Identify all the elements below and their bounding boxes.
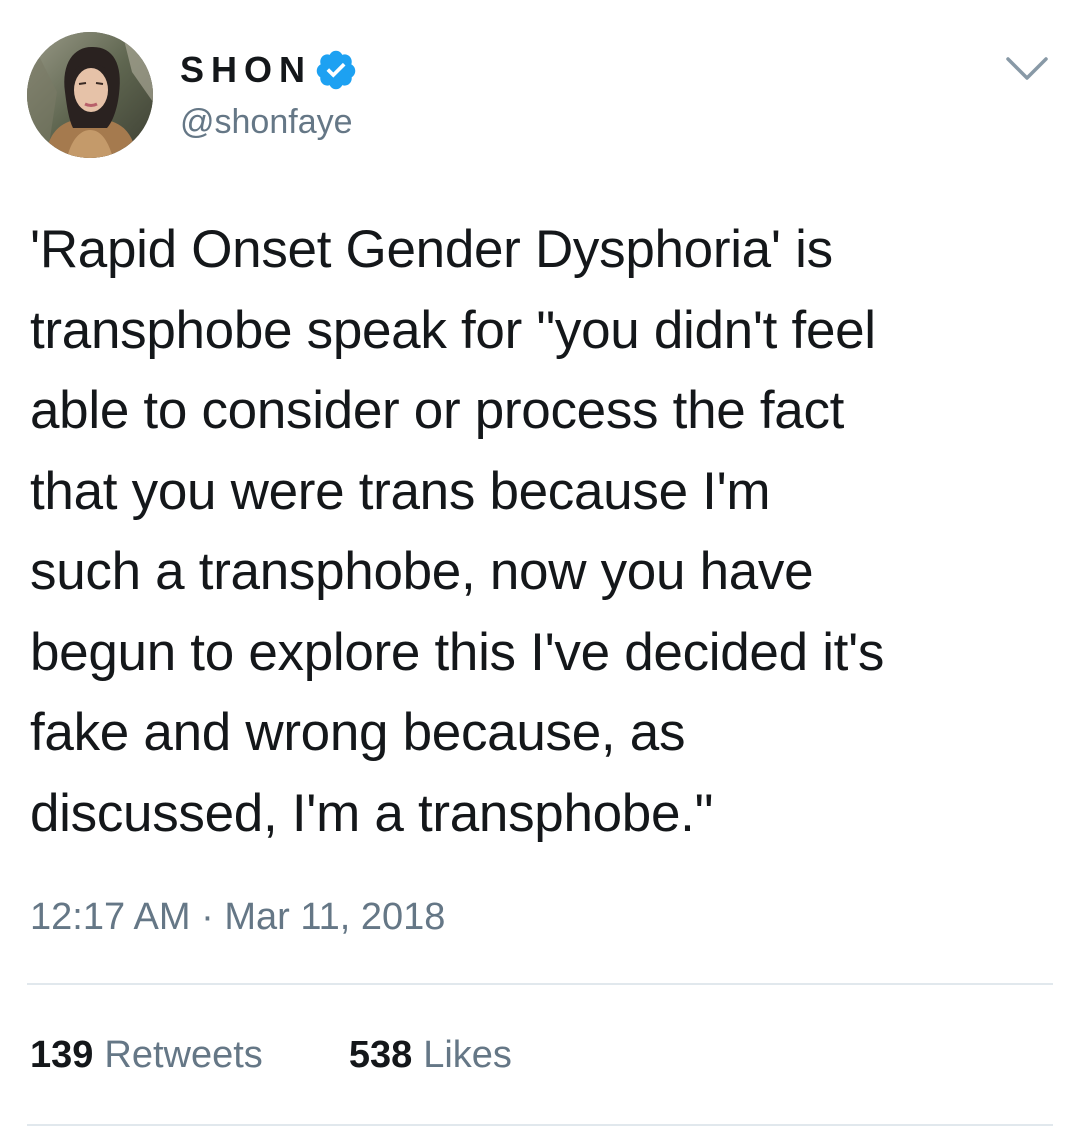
divider	[27, 983, 1053, 985]
avatar-image	[27, 32, 153, 158]
tweet-timestamp[interactable]: 12:17 AM · Mar 11, 2018	[30, 894, 445, 940]
avatar[interactable]	[27, 32, 153, 158]
author-name-row[interactable]: SHON	[180, 48, 358, 92]
chevron-down-icon[interactable]	[1004, 54, 1050, 84]
retweets-count: 139	[30, 1034, 94, 1076]
divider	[27, 1124, 1053, 1126]
likes-count: 538	[348, 1034, 413, 1076]
tweet-text: 'Rapid Onset Gender Dysphoria' is transp…	[30, 220, 885, 843]
verified-badge-icon	[316, 50, 356, 90]
retweets-stat[interactable]: 139 Retweets	[30, 1032, 263, 1078]
tweet: SHON @shonfaye 'Rapid Onset Gender Dysph…	[0, 0, 1080, 1129]
retweets-label: Retweets	[104, 1034, 263, 1076]
display-name[interactable]: SHON	[180, 48, 312, 92]
likes-label: Likes	[423, 1034, 512, 1076]
author-handle[interactable]: @shonfaye	[180, 101, 353, 143]
tweet-stats: 139 Retweets 538 Likes	[30, 1032, 512, 1078]
likes-stat[interactable]: 538 Likes	[349, 1032, 512, 1078]
